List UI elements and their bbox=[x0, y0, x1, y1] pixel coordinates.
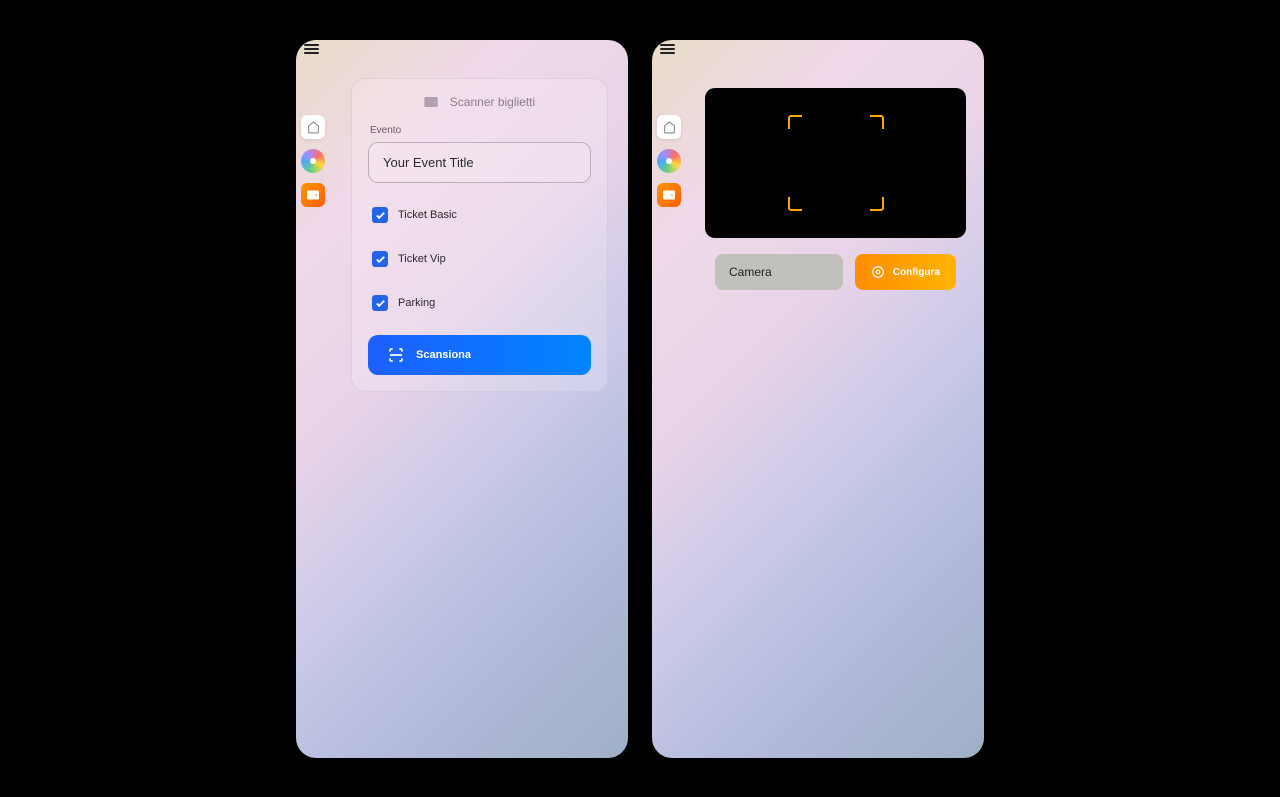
hamburger-menu-icon[interactable] bbox=[304, 44, 319, 54]
color-wheel-icon bbox=[666, 158, 672, 164]
sidebar-item-scanner[interactable] bbox=[301, 183, 325, 207]
sidebar bbox=[657, 115, 681, 207]
device-camera-scan: Camera Configura bbox=[652, 40, 984, 758]
sidebar bbox=[301, 115, 325, 207]
focus-frame-icon bbox=[788, 115, 884, 211]
checkbox-row-parking[interactable]: Parking bbox=[368, 281, 591, 325]
color-wheel-icon bbox=[310, 158, 316, 164]
camera-select[interactable]: Camera bbox=[715, 254, 843, 290]
ticket-icon bbox=[307, 190, 319, 200]
hamburger-menu-icon[interactable] bbox=[660, 44, 675, 54]
panel-title: Scanner biglietti bbox=[450, 95, 535, 109]
panel-header: Scanner biglietti bbox=[368, 95, 591, 109]
checkbox-parking[interactable] bbox=[372, 295, 388, 311]
scan-button[interactable]: Scansiona bbox=[368, 335, 591, 375]
gear-icon bbox=[871, 265, 885, 279]
content-area: Scanner biglietti Evento Your Event Titl… bbox=[331, 58, 628, 758]
check-icon bbox=[375, 254, 386, 265]
checkbox-label: Ticket Vip bbox=[398, 253, 446, 265]
sidebar-item-home[interactable] bbox=[301, 115, 325, 139]
checkbox-row-vip[interactable]: Ticket Vip bbox=[368, 237, 591, 281]
configure-button[interactable]: Configura bbox=[855, 254, 956, 290]
configure-button-label: Configura bbox=[893, 267, 940, 278]
sidebar-item-home[interactable] bbox=[657, 115, 681, 139]
home-icon bbox=[307, 121, 320, 134]
event-field-label: Evento bbox=[368, 125, 591, 136]
event-select[interactable]: Your Event Title bbox=[368, 142, 591, 183]
device-scanner-config: Scanner biglietti Evento Your Event Titl… bbox=[296, 40, 628, 758]
ticket-icon bbox=[663, 190, 675, 200]
status-bar bbox=[652, 40, 984, 58]
checkbox-row-basic[interactable]: Ticket Basic bbox=[368, 193, 591, 237]
home-icon bbox=[663, 121, 676, 134]
camera-controls: Camera Configura bbox=[705, 254, 966, 290]
checkbox-ticket-basic[interactable] bbox=[372, 207, 388, 223]
check-icon bbox=[375, 298, 386, 309]
ticket-scanner-panel: Scanner biglietti Evento Your Event Titl… bbox=[351, 78, 608, 392]
sidebar-item-wheel[interactable] bbox=[301, 149, 325, 173]
camera-preview bbox=[705, 88, 966, 238]
sidebar-item-wheel[interactable] bbox=[657, 149, 681, 173]
check-icon bbox=[375, 210, 386, 221]
checkbox-ticket-vip[interactable] bbox=[372, 251, 388, 267]
scan-icon bbox=[388, 347, 404, 363]
checkbox-label: Parking bbox=[398, 297, 435, 309]
checkbox-label: Ticket Basic bbox=[398, 209, 457, 221]
ticket-icon bbox=[424, 97, 438, 107]
status-bar bbox=[296, 40, 628, 58]
content-area: Camera Configura bbox=[687, 58, 984, 758]
sidebar-item-scanner[interactable] bbox=[657, 183, 681, 207]
scan-button-label: Scansiona bbox=[416, 349, 471, 361]
